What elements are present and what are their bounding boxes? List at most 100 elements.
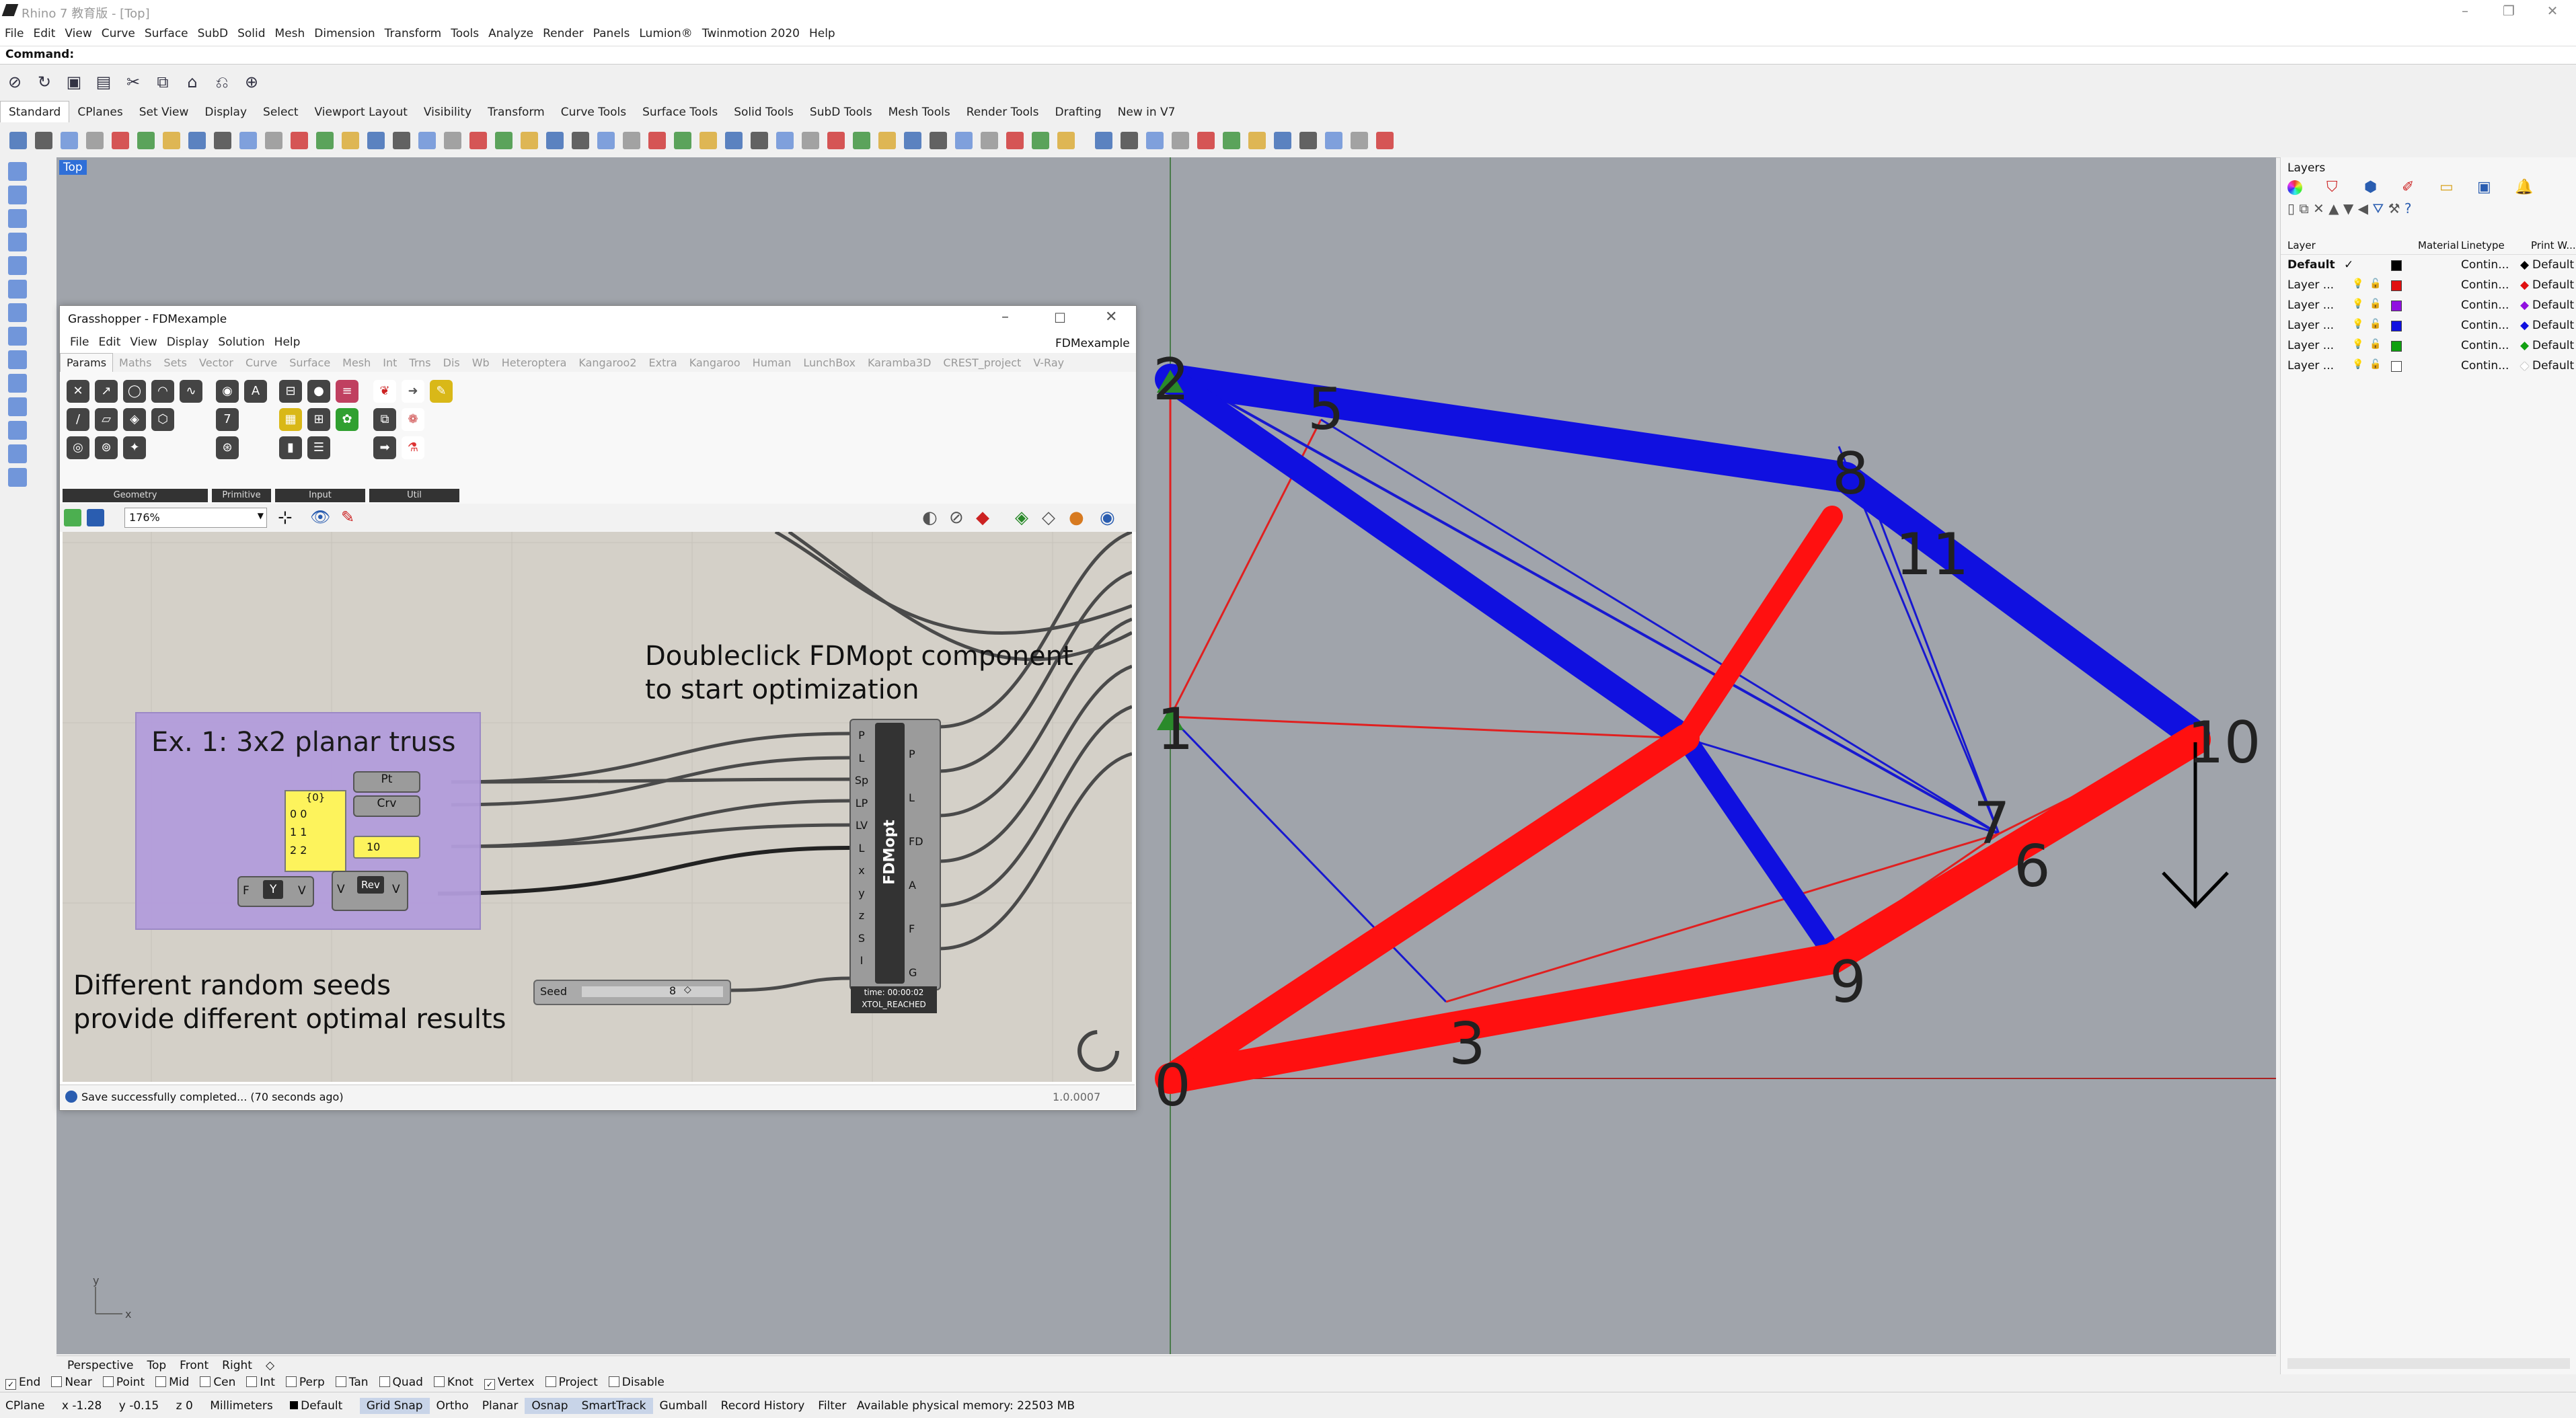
toolbar-icons[interactable] xyxy=(0,122,1480,157)
checkbox-icon[interactable] xyxy=(433,1376,445,1387)
layer-print-width[interactable]: Default xyxy=(2532,359,2574,372)
menu-edit[interactable]: Edit xyxy=(28,24,60,43)
transform-icon[interactable] xyxy=(8,421,27,440)
menu-help[interactable]: Help xyxy=(804,24,840,43)
toolbar-command-icon[interactable] xyxy=(316,132,334,149)
fdm-input[interactable]: LV xyxy=(852,814,871,837)
close-button[interactable]: ✕ xyxy=(2529,0,2576,22)
toolbar-command-icon[interactable] xyxy=(1325,132,1342,149)
lock-icon[interactable]: 🔓 xyxy=(2370,299,2381,309)
toolbar-command-icon[interactable] xyxy=(367,132,385,149)
print-icon[interactable]: ▤ xyxy=(91,70,116,94)
layer-linetype[interactable]: Contin... xyxy=(2461,258,2509,272)
status-units[interactable]: Millimeters xyxy=(210,1399,273,1413)
checkbox-icon[interactable]: ✓ xyxy=(5,1379,16,1390)
toolbar-command-icon[interactable] xyxy=(214,132,231,149)
gh-sphere-icon[interactable]: ● xyxy=(1069,508,1084,528)
osnap-project[interactable]: Project xyxy=(545,1376,598,1389)
toolbar-command-icon[interactable] xyxy=(699,132,717,149)
toolbar-command-icon[interactable] xyxy=(597,132,615,149)
osnap-end[interactable]: ✓ End xyxy=(5,1376,40,1390)
arc-param-icon[interactable]: ◠ xyxy=(151,380,174,403)
gh-tab-wb[interactable]: Wb xyxy=(466,354,496,372)
toolbar-command-icon[interactable] xyxy=(1223,132,1240,149)
delete-layer-icon[interactable]: ✕ xyxy=(2313,200,2324,216)
checkbox-icon[interactable] xyxy=(246,1376,258,1387)
gh-save-icon[interactable] xyxy=(87,509,104,526)
tab-select[interactable]: Select xyxy=(255,102,306,123)
fdm-input[interactable]: I xyxy=(852,949,871,972)
toolbar-command-icon[interactable] xyxy=(1146,132,1164,149)
tab-perspective[interactable]: Perspective xyxy=(61,1356,140,1375)
menu-tools[interactable]: Tools xyxy=(446,24,484,43)
gh-zoom-select[interactable]: 176% ▼ xyxy=(124,508,267,528)
curve-param[interactable]: Crv xyxy=(353,795,420,817)
lightbulb-icon[interactable]: 💡 xyxy=(2352,278,2363,289)
osnap-cen[interactable]: Cen xyxy=(200,1376,235,1389)
menu-solid[interactable]: Solid xyxy=(233,24,270,43)
tab-top[interactable]: Top xyxy=(140,1356,173,1375)
point-param[interactable]: Pt xyxy=(353,771,420,793)
toolbar-command-icon[interactable] xyxy=(35,132,52,149)
value-list-icon[interactable]: ☰ xyxy=(307,436,330,459)
gh-menu-solution[interactable]: Solution xyxy=(213,333,269,352)
checkbox-icon[interactable] xyxy=(51,1376,63,1387)
layer-color-swatch[interactable] xyxy=(2391,341,2402,352)
panel-scrollbar[interactable] xyxy=(2287,1358,2570,1369)
toolbar-command-icon[interactable] xyxy=(751,132,768,149)
tab-transform[interactable]: Transform xyxy=(480,102,553,123)
surface-param-icon[interactable]: ◈ xyxy=(123,408,146,431)
paste-icon[interactable]: ⌂ xyxy=(180,70,204,94)
gh-close-button[interactable]: ✕ xyxy=(1105,309,1117,325)
toolbar-command-icon[interactable] xyxy=(9,132,27,149)
col-layer[interactable]: Layer xyxy=(2287,239,2316,251)
toolbar-command-icon[interactable] xyxy=(444,132,461,149)
data-param-icon[interactable]: ⊛ xyxy=(216,436,239,459)
gh-tab-trns[interactable]: Trns xyxy=(403,354,437,372)
gh-group-input[interactable]: Input xyxy=(275,489,365,502)
tab-render-tools[interactable]: Render Tools xyxy=(958,102,1047,123)
checkbox-icon[interactable] xyxy=(545,1376,556,1387)
menu-transform[interactable]: Transform xyxy=(380,24,447,43)
gh-canvas[interactable]: Doubleclick FDMopt component to start op… xyxy=(63,532,1132,1082)
tab-standard[interactable]: Standard xyxy=(0,101,70,123)
menu-panels[interactable]: Panels xyxy=(589,24,635,43)
checkbox-icon[interactable] xyxy=(379,1376,390,1387)
boolean-param-icon[interactable]: ◉ xyxy=(216,380,239,403)
layer-row[interactable]: Layer ... 💡 🔓 Contin... ◆ Default xyxy=(2287,278,2574,297)
geometry-param-icon[interactable]: ✦ xyxy=(123,436,146,459)
gh-tab-karamba3d[interactable]: Karamba3D xyxy=(862,354,937,372)
layer-print-width[interactable]: Default xyxy=(2532,339,2574,352)
layer-row[interactable]: Layer ... 💡 🔓 Contin... ◆ Default xyxy=(2287,339,2574,358)
fdm-input[interactable]: L xyxy=(852,837,871,860)
swatch-icon[interactable]: ▦ xyxy=(279,408,302,431)
flask-icon[interactable]: ⚗ xyxy=(402,436,424,459)
data-panel[interactable]: {0} 0 0 1 1 2 2 xyxy=(285,790,346,872)
toolbar-command-icon[interactable] xyxy=(1172,132,1189,149)
layer-color-swatch[interactable] xyxy=(2391,361,2402,372)
layer-linetype[interactable]: Contin... xyxy=(2461,278,2509,292)
osnap-int[interactable]: Int xyxy=(246,1376,275,1389)
boolean-icon[interactable] xyxy=(8,444,27,463)
toolbar-command-icon[interactable] xyxy=(163,132,180,149)
toolbar-command-icon[interactable] xyxy=(1197,132,1215,149)
gh-preview-off-icon[interactable]: ⊘ xyxy=(949,508,964,528)
toolbar-command-icon[interactable] xyxy=(623,132,640,149)
tab-cplanes[interactable]: CPlanes xyxy=(69,102,130,123)
layer-color-swatch[interactable] xyxy=(2391,301,2402,311)
checkbox-icon[interactable] xyxy=(335,1376,346,1387)
gh-tab-surface[interactable]: Surface xyxy=(283,354,336,372)
cherries-icon[interactable]: ❦ xyxy=(373,380,396,403)
menu-subd[interactable]: SubD xyxy=(193,24,233,43)
osnap-mid[interactable]: Mid xyxy=(155,1376,189,1389)
circle-param-icon[interactable]: ◯ xyxy=(123,380,146,403)
reverse-component[interactable]: V Rev V xyxy=(332,871,408,911)
osnap-knot[interactable]: Knot xyxy=(433,1376,473,1389)
slider-handle-icon[interactable]: ◇ xyxy=(684,984,691,995)
lock-icon[interactable]: 🔓 xyxy=(2370,359,2381,370)
menu-surface[interactable]: Surface xyxy=(140,24,193,43)
palette-icon[interactable]: ✿ xyxy=(336,408,358,431)
osnap-point[interactable]: Point xyxy=(102,1376,145,1389)
point-param-icon[interactable]: ✕ xyxy=(67,380,89,403)
mesh-icon[interactable] xyxy=(8,397,27,416)
